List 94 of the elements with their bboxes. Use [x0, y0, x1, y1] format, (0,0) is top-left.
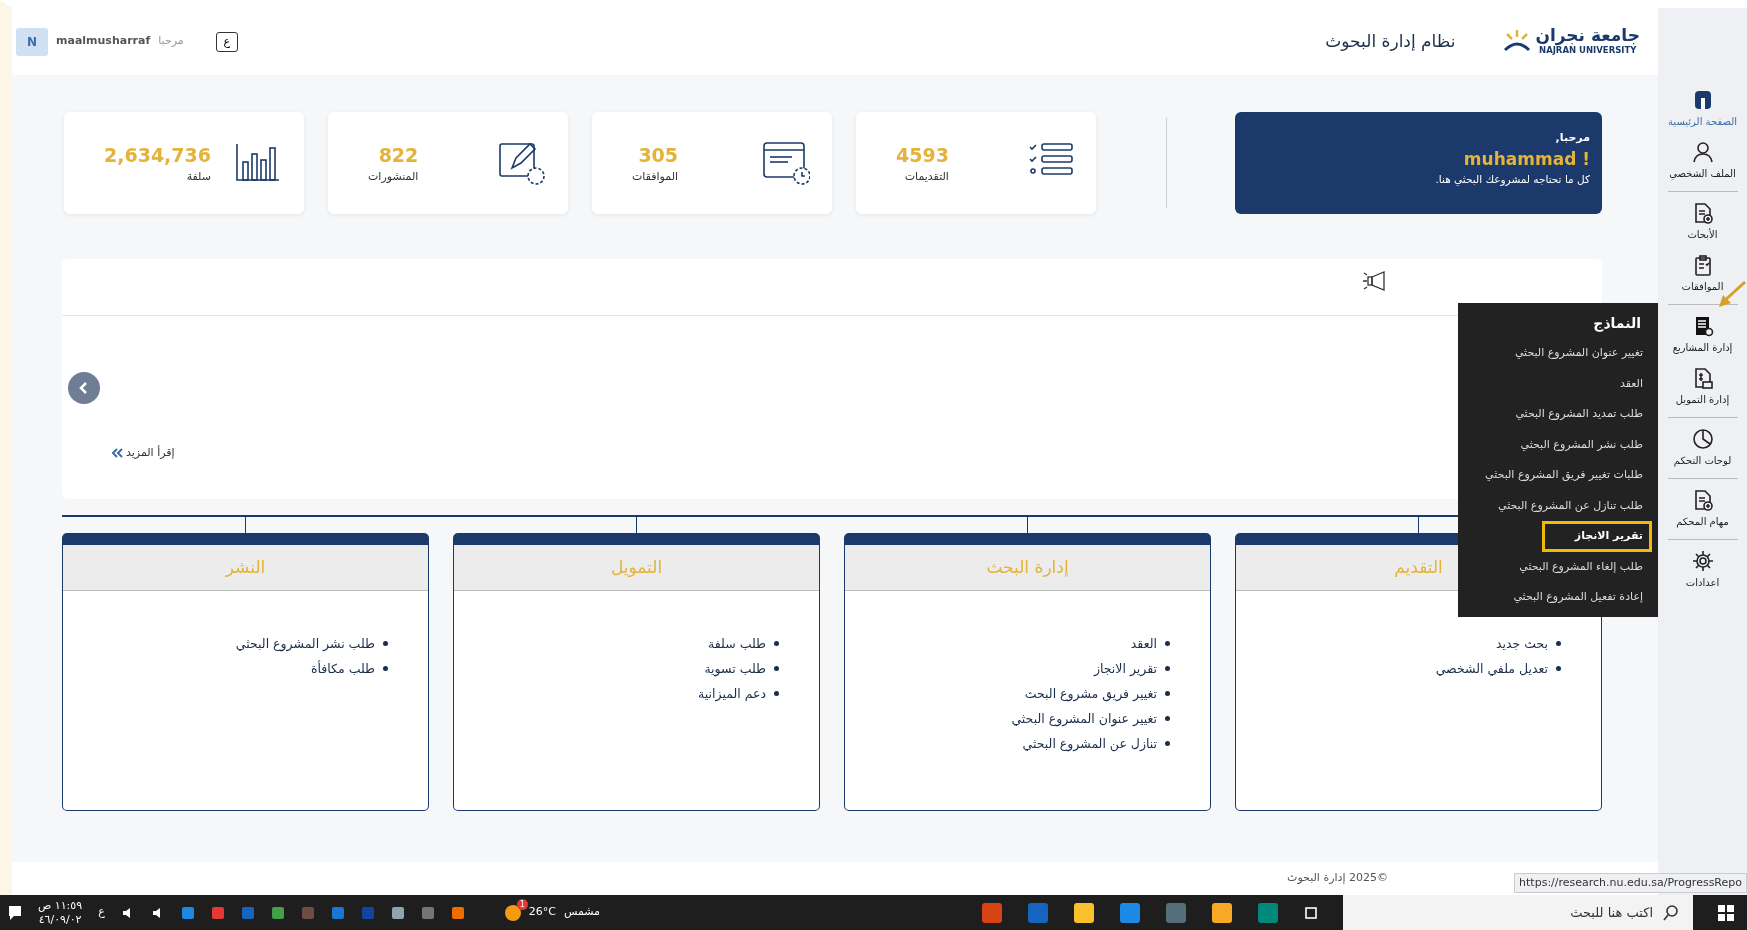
sun-icon[interactable]: [504, 904, 521, 921]
sidebar-item[interactable]: إدارة التمويل: [1675, 361, 1730, 413]
bullet-icon: [1165, 641, 1170, 646]
dropdown-item[interactable]: طلب نشر المشروع البحثي: [1464, 429, 1652, 460]
category-link[interactable]: تغيير عنوان المشروع البحثي: [1011, 706, 1157, 731]
bullet-icon: [1556, 641, 1561, 646]
tray-app-icon[interactable]: [420, 905, 435, 920]
bullet-icon: [1165, 666, 1170, 671]
category-link[interactable]: العقد: [1130, 631, 1157, 656]
logo-arabic-text: جامعة نجران: [1535, 25, 1640, 45]
welcome-greeting: مرحبا,: [1554, 130, 1590, 146]
user-icon: [1691, 141, 1714, 163]
weather-badge: 1: [516, 898, 528, 910]
sidebar-item[interactable]: إدارة المشاريع: [1672, 309, 1733, 361]
category-link[interactable]: تنازل عن المشروع البحثي: [1022, 731, 1157, 756]
task-view-icon[interactable]: [1303, 904, 1319, 921]
stat-label: التقديمات: [903, 169, 949, 185]
tray-app-icon[interactable]: [180, 905, 195, 920]
category-link[interactable]: تقرير الانجاز: [1093, 656, 1157, 681]
settings-icon: [1691, 550, 1714, 572]
bullet-icon: [1165, 716, 1170, 721]
tray-app-icon[interactable]: [240, 905, 255, 920]
notification-icon: [8, 904, 22, 921]
sidebar-item[interactable]: الصفحة الرئيسية: [1668, 83, 1737, 135]
tray-app-icon[interactable]: [330, 905, 345, 920]
bullet-icon: [1556, 666, 1561, 671]
bullet-icon: [774, 666, 779, 671]
category-title: إدارة البحث: [845, 545, 1210, 591]
weather-temperature[interactable]: 26°C: [528, 904, 556, 921]
welcome-subtitle: كل ما تحتاجه لمشروعك البحثي هنا.: [1434, 172, 1590, 188]
carousel-prev-button[interactable]: [68, 372, 100, 404]
weather-condition[interactable]: مشمس: [563, 904, 600, 921]
category-link[interactable]: دعم الميزانية: [698, 681, 766, 706]
dropdown-item[interactable]: طلب تمديد المشروع البحثي: [1464, 399, 1652, 430]
dropdown-title: النماذج: [1592, 314, 1642, 334]
bullet-icon: [774, 691, 779, 696]
greeting-text: مرحبا: [158, 33, 184, 50]
category-link[interactable]: طلب تسوية: [704, 656, 766, 681]
sidebar-item[interactable]: الملف الشخصي: [1669, 135, 1736, 187]
sidebar-item[interactable]: لوحات التحكم: [1673, 422, 1732, 474]
username: maalmusharraf: [56, 33, 151, 50]
tray-app-icon[interactable]: [390, 905, 405, 920]
sidebar-item[interactable]: الأبحاث: [1687, 196, 1718, 248]
bullet-icon: [383, 641, 388, 646]
language-toggle[interactable]: ع: [215, 31, 238, 52]
clock[interactable]: ١١:٥٩ ص ٤٦/٠٩/٠٢: [38, 899, 83, 926]
dropdown-item[interactable]: طلبات تغيير فريق المشروع البحثي: [1464, 460, 1652, 491]
sidebar-item[interactable]: مهام المحكم: [1676, 483, 1729, 535]
status-url: https://research.nu.edu.sa/ProgressRepo: [1514, 872, 1747, 893]
category-link[interactable]: طلب سلفة: [708, 631, 766, 656]
stat-label: المنشورات: [368, 169, 419, 185]
read-more-link[interactable]: إقرأ المزيد: [112, 445, 175, 462]
category-title: النشر: [63, 545, 428, 591]
sidebar-item[interactable]: اعدادات: [1685, 544, 1720, 596]
stat-value: 305: [637, 142, 679, 168]
category-link[interactable]: تغيير فريق مشروع البحث: [1024, 681, 1157, 706]
pencil-document-icon: [498, 140, 546, 186]
user-name: muhammad !: [1462, 147, 1590, 171]
dropdown-item[interactable]: العقد: [1464, 368, 1652, 399]
tray-app-icon[interactable]: [450, 905, 465, 920]
search-icon: [1663, 905, 1679, 921]
category-title: التمويل: [454, 545, 819, 591]
category-link[interactable]: تعديل ملفي الشخصي: [1435, 656, 1548, 681]
bullet-icon: [1165, 691, 1170, 696]
stat-value: 2,634,736: [104, 142, 211, 168]
stat-value: 822: [377, 142, 419, 168]
double-chevron-icon: [112, 448, 123, 459]
language-indicator[interactable]: ع: [98, 904, 105, 921]
copyright-text: ©2025 إدارة البحوث: [1287, 870, 1388, 887]
pie-chart-icon: [1691, 428, 1714, 450]
dropdown-item[interactable]: تقرير الانجاز: [1542, 521, 1652, 552]
category-link[interactable]: بحث جديد: [1495, 631, 1548, 656]
tray-app-icon[interactable]: [270, 905, 285, 920]
category-link[interactable]: طلب نشر المشروع البحثي: [235, 631, 375, 656]
bullet-icon: [1165, 741, 1170, 746]
taskbar-app-icon[interactable]: [1119, 901, 1141, 924]
stat-label: سلفة: [185, 169, 211, 185]
taskbar-app-icon[interactable]: [1211, 901, 1233, 924]
logo-english-text: NAJRAN UNIVERSITY: [1539, 45, 1637, 58]
window-clock-icon: [762, 140, 810, 186]
tray-app-icon[interactable]: [210, 905, 225, 920]
avatar[interactable]: N: [16, 27, 48, 56]
bullet-icon: [383, 666, 388, 671]
windows-start-icon[interactable]: [1717, 903, 1735, 922]
sidebar-item[interactable]: الموافقات: [1681, 248, 1724, 300]
dropdown-item[interactable]: تغيير عنوان المشروع البحثي: [1464, 338, 1652, 369]
taskbar-app-icon[interactable]: [1073, 901, 1095, 924]
category-link[interactable]: طلب مكافأة: [310, 656, 375, 681]
bullet-icon: [774, 641, 779, 646]
dropdown-item[interactable]: طلب تنازل عن المشروع البحثي: [1464, 490, 1652, 521]
stat-value: 4593: [896, 142, 949, 168]
taskbar-search-field[interactable]: اكتب هنا للبحث: [1343, 895, 1693, 930]
system-title: نظام إدارة البحوث: [1325, 29, 1456, 53]
stat-label: الموافقات: [632, 169, 679, 185]
